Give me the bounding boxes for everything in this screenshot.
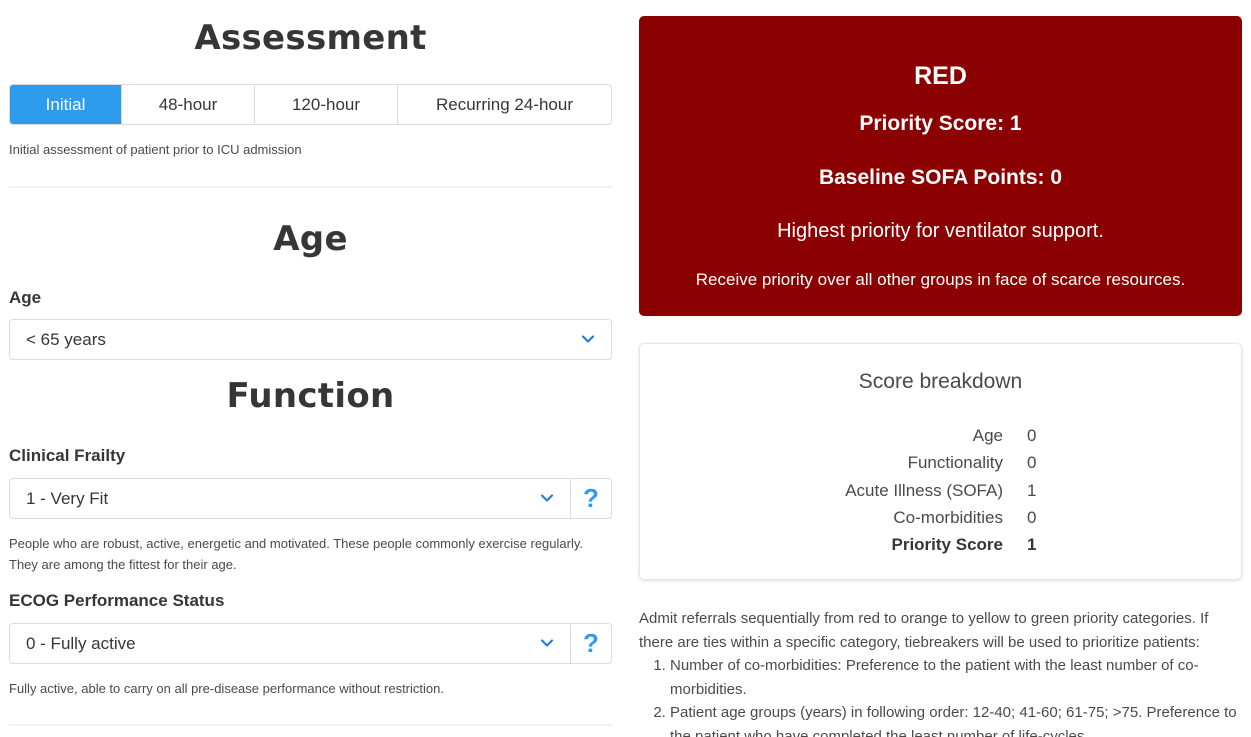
breakdown-value: 0 xyxy=(1027,453,1037,472)
divider xyxy=(9,724,612,726)
priority-result-box: RED Priority Score: 1 Baseline SOFA Poin… xyxy=(639,16,1242,316)
clinical-frailty-select[interactable]: 1 - Very Fit xyxy=(9,478,571,519)
score-breakdown-card: Score breakdown Age 0 Functionality 0 Ac… xyxy=(639,343,1242,580)
age-selected-value: < 65 years xyxy=(26,329,106,349)
tab-120-hour[interactable]: 120-hour xyxy=(255,85,398,124)
clinical-frailty-selected-value: 1 - Very Fit xyxy=(26,488,109,508)
assessment-tabs: Initial 48-hour 120-hour Recurring 24-ho… xyxy=(9,84,612,125)
clinical-frailty-help-text: People who are robust, active, energetic… xyxy=(9,533,619,575)
priority-message: Highest priority for ventilator support. xyxy=(777,220,1104,242)
age-label: Age xyxy=(9,288,42,307)
breakdown-row: Co-morbidities 0 xyxy=(640,508,1241,535)
priority-score-text: Priority Score: 1 xyxy=(859,112,1022,135)
breakdown-value: 0 xyxy=(1027,508,1037,527)
priority-color-title: RED xyxy=(914,62,967,90)
ecog-selected-value: 0 - Fully active xyxy=(26,633,136,653)
clinical-frailty-help-line: They are among the fittest for their age… xyxy=(9,557,237,572)
tab-initial[interactable]: Initial xyxy=(10,85,122,124)
list-item: Number of co-morbidities: Preference to … xyxy=(670,654,1242,701)
chevron-down-icon xyxy=(540,494,554,502)
breakdown-label: Co-morbidities xyxy=(893,508,1003,527)
breakdown-value: 0 xyxy=(1027,426,1037,445)
clinical-frailty-help-button[interactable]: ? xyxy=(570,478,612,519)
tab-48-hour[interactable]: 48-hour xyxy=(122,85,255,124)
ecog-help-button[interactable]: ? xyxy=(570,623,612,664)
ecog-label: ECOG Performance Status xyxy=(9,591,225,610)
ecog-select[interactable]: 0 - Fully active xyxy=(9,623,571,664)
baseline-sofa-text: Baseline SOFA Points: 0 xyxy=(818,166,1063,189)
divider xyxy=(9,186,612,188)
age-select[interactable]: < 65 years xyxy=(9,319,612,360)
age-heading: Age xyxy=(273,219,348,259)
breakdown-total-value: 1 xyxy=(1027,535,1037,554)
chevron-down-icon xyxy=(540,639,554,647)
breakdown-total-row: Priority Score 1 xyxy=(640,535,1241,562)
breakdown-value: 1 xyxy=(1027,481,1037,500)
assessment-help-text: Initial assessment of patient prior to I… xyxy=(9,142,302,157)
clinical-frailty-help-line: People who are robust, active, energetic… xyxy=(9,536,583,551)
chevron-down-icon xyxy=(581,335,595,343)
function-heading: Function xyxy=(226,376,395,416)
tab-recurring-24-hour[interactable]: Recurring 24-hour xyxy=(398,85,611,124)
breakdown-row: Acute Illness (SOFA) 1 xyxy=(640,481,1241,508)
instructions: Admit referrals sequentially from red to… xyxy=(639,607,1242,737)
priority-submessage: Receive priority over all other groups i… xyxy=(695,270,1186,289)
breakdown-total-label: Priority Score xyxy=(891,535,1004,554)
breakdown-row: Age 0 xyxy=(640,426,1241,453)
breakdown-label: Age xyxy=(972,426,1003,445)
breakdown-label: Functionality xyxy=(907,453,1003,472)
score-breakdown-title: Score breakdown xyxy=(858,370,1023,393)
tiebreaker-list: Number of co-morbidities: Preference to … xyxy=(639,654,1242,737)
list-item: Patient age groups (years) in following … xyxy=(670,701,1242,737)
ecog-help-text: Fully active, able to carry on all pre-d… xyxy=(9,681,444,696)
instructions-intro: Admit referrals sequentially from red to… xyxy=(639,610,1209,651)
breakdown-row: Functionality 0 xyxy=(640,453,1241,480)
clinical-frailty-label: Clinical Frailty xyxy=(9,446,126,465)
breakdown-label: Acute Illness (SOFA) xyxy=(845,481,1003,500)
assessment-heading: Assessment xyxy=(194,18,427,58)
